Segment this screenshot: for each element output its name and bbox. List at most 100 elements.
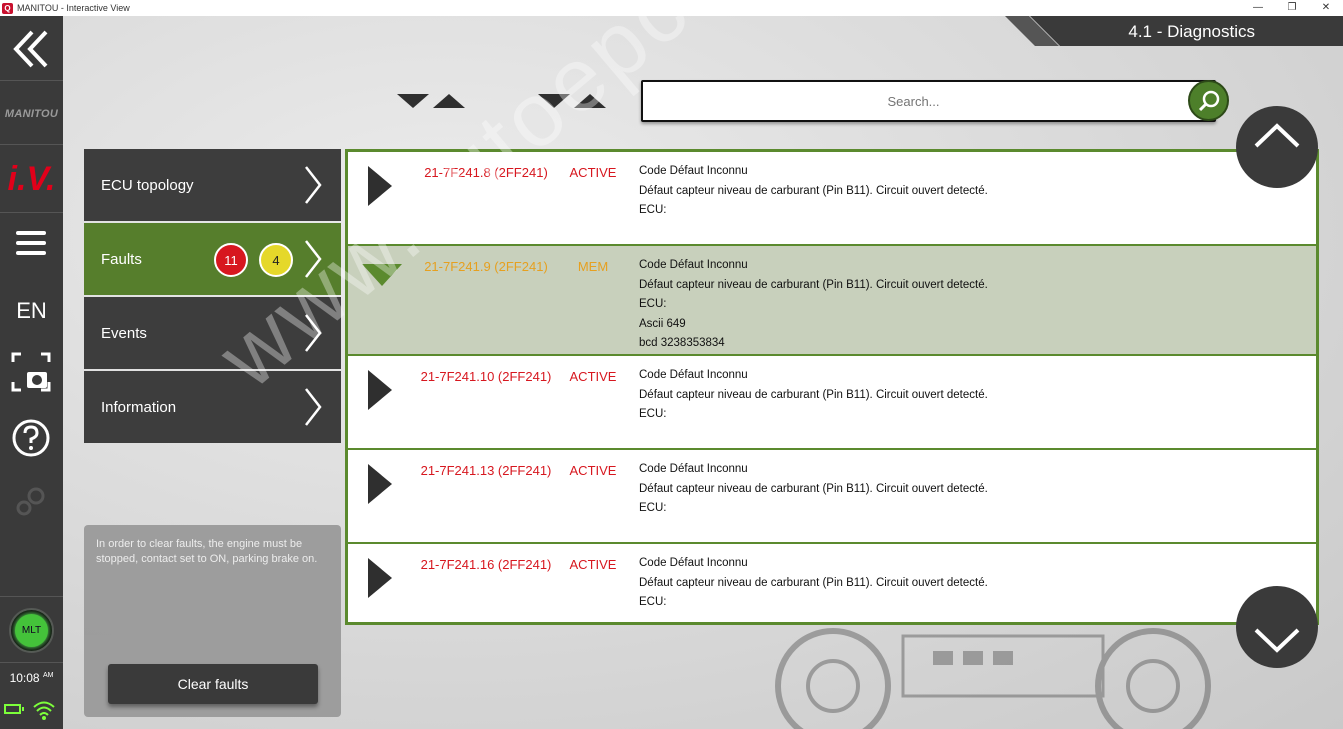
nav-label: Faults bbox=[101, 250, 142, 268]
fault-ascii: Ascii 649 bbox=[639, 317, 686, 330]
search-button[interactable] bbox=[1188, 80, 1229, 121]
fault-ecu: ECU: bbox=[639, 502, 667, 514]
fault-list: 21-7F241.8 (2FF241) ACTIVE Code Défaut I… bbox=[345, 149, 1319, 625]
info-message: In order to clear faults, the engine mus… bbox=[96, 538, 318, 565]
fault-code: 21-7F241.8 (2FF241) bbox=[424, 165, 548, 180]
fault-status: ACTIVE bbox=[569, 165, 617, 180]
fault-title: Code Défaut Inconnu bbox=[639, 557, 748, 569]
fault-title: Code Défaut Inconnu bbox=[639, 259, 748, 271]
fault-title: Code Défaut Inconnu bbox=[639, 165, 748, 177]
language-selector[interactable]: EN bbox=[0, 298, 63, 324]
fault-details: Code Défaut Inconnu Défaut capteur nivea… bbox=[639, 165, 988, 224]
chevron-right-icon bbox=[305, 388, 322, 426]
fault-description: Défaut capteur niveau de carburant (Pin … bbox=[639, 482, 988, 495]
divider bbox=[0, 144, 63, 145]
fault-code: 21-7F241.13 (2FF241) bbox=[420, 463, 552, 478]
menu-icon[interactable] bbox=[16, 228, 46, 258]
clear-faults-button[interactable]: Clear faults bbox=[108, 664, 318, 704]
active-fault-count-badge: 11 bbox=[214, 243, 248, 277]
window-controls: — ❐ ✕ bbox=[1241, 0, 1343, 16]
nav-label: Information bbox=[101, 398, 177, 416]
fault-status: ACTIVE bbox=[569, 369, 617, 384]
clock-time: 10:08 bbox=[9, 671, 40, 685]
clock: 10:08 AM bbox=[0, 671, 63, 685]
fault-ecu: ECU: bbox=[639, 204, 667, 216]
expand-icon[interactable] bbox=[368, 370, 392, 410]
sort-code-icon[interactable] bbox=[397, 92, 467, 112]
scroll-down-button[interactable] bbox=[1236, 586, 1318, 668]
fault-status: ACTIVE bbox=[569, 557, 617, 572]
fault-title: Code Défaut Inconnu bbox=[639, 463, 748, 475]
minimize-button[interactable]: — bbox=[1241, 0, 1275, 16]
restore-button[interactable]: ❐ bbox=[1275, 0, 1309, 16]
collapse-icon[interactable] bbox=[362, 264, 402, 288]
divider bbox=[0, 596, 63, 597]
fault-row[interactable]: 21-7F241.8 (2FF241) ACTIVE Code Défaut I… bbox=[348, 152, 1316, 244]
fault-description: Défaut capteur niveau de carburant (Pin … bbox=[639, 388, 988, 401]
expand-icon[interactable] bbox=[368, 166, 392, 206]
sort-status-icon[interactable] bbox=[538, 92, 608, 112]
nav-events[interactable]: Events bbox=[84, 297, 341, 369]
clock-suffix: AM bbox=[42, 672, 54, 679]
divider bbox=[0, 212, 63, 213]
nav-ecu-topology[interactable]: ECU topology bbox=[84, 149, 341, 221]
wifi-icon bbox=[33, 701, 55, 720]
expand-icon[interactable] bbox=[368, 464, 392, 504]
battery-icon bbox=[4, 704, 24, 714]
fault-details: Code Défaut Inconnu Défaut capteur nivea… bbox=[639, 259, 988, 357]
vehicle-badge: MLT bbox=[15, 614, 48, 647]
fault-description: Défaut capteur niveau de carburant (Pin … bbox=[639, 184, 988, 197]
nav-faults[interactable]: Faults 11 4 bbox=[84, 223, 341, 295]
help-icon[interactable] bbox=[11, 418, 51, 458]
fault-details: Code Défaut Inconnu Défaut capteur nivea… bbox=[639, 557, 988, 616]
expand-icon[interactable] bbox=[368, 558, 392, 598]
fault-bcd: bcd 3238353834 bbox=[639, 337, 725, 349]
fault-ecu: ECU: bbox=[639, 408, 667, 420]
chevron-up-icon bbox=[1254, 123, 1300, 148]
fault-row[interactable]: 21-7F241.10 (2FF241) ACTIVE Code Défaut … bbox=[348, 356, 1316, 448]
fault-code: 21-7F241.16 (2FF241) bbox=[420, 557, 552, 572]
fault-row[interactable]: 21-7F241.9 (2FF241) MEM Code Défaut Inco… bbox=[348, 246, 1316, 354]
fault-status: MEM bbox=[577, 259, 609, 274]
fault-ecu: ECU: bbox=[639, 596, 667, 608]
vehicle-status-indicator[interactable]: MLT bbox=[9, 608, 54, 653]
search-icon bbox=[1198, 90, 1219, 111]
fault-code: 21-7F241.10 (2FF241) bbox=[420, 369, 552, 384]
nav-information[interactable]: Information bbox=[84, 371, 341, 443]
window-title: MANITOU - Interactive View bbox=[17, 3, 130, 13]
search-input[interactable] bbox=[643, 82, 1214, 120]
fault-ecu: ECU: bbox=[639, 298, 667, 310]
fault-description: Défaut capteur niveau de carburant (Pin … bbox=[639, 576, 988, 589]
page-header: 4.1 - Diagnostics bbox=[1030, 16, 1343, 46]
left-rail: MANITOU i.V. EN MLT 10:08 AM bbox=[0, 16, 63, 729]
scroll-up-button[interactable] bbox=[1236, 106, 1318, 188]
fault-title: Code Défaut Inconnu bbox=[639, 369, 748, 381]
fault-details: Code Défaut Inconnu Défaut capteur nivea… bbox=[639, 463, 988, 522]
iv-logo: i.V. bbox=[7, 160, 56, 198]
close-button[interactable]: ✕ bbox=[1309, 0, 1343, 16]
chevron-right-icon bbox=[305, 314, 322, 352]
sidenav: ECU topology Faults 11 4 Events Informat… bbox=[84, 149, 341, 445]
chevron-right-icon bbox=[305, 240, 322, 278]
search-box bbox=[641, 80, 1216, 122]
nav-label: ECU topology bbox=[101, 176, 194, 194]
chevron-down-icon bbox=[1254, 628, 1300, 653]
gear-icon bbox=[16, 487, 45, 516]
fault-row[interactable]: 21-7F241.16 (2FF241) ACTIVE Code Défaut … bbox=[348, 544, 1316, 622]
fault-status: ACTIVE bbox=[569, 463, 617, 478]
back-chevron-icon[interactable] bbox=[8, 26, 54, 72]
window-titlebar: Q MANITOU - Interactive View — ❐ ✕ bbox=[0, 0, 1343, 16]
fault-description: Défaut capteur niveau de carburant (Pin … bbox=[639, 278, 988, 291]
fault-code: 21-7F241.9 (2FF241) bbox=[424, 259, 548, 274]
memory-fault-count-badge: 4 bbox=[259, 243, 293, 277]
divider bbox=[0, 662, 63, 663]
nav-label: Events bbox=[101, 324, 147, 342]
page-title: 4.1 - Diagnostics bbox=[1128, 22, 1255, 41]
manitou-logo: MANITOU bbox=[4, 108, 59, 120]
screenshot-icon[interactable] bbox=[11, 352, 51, 392]
chevron-right-icon bbox=[305, 166, 322, 204]
fault-row[interactable]: 21-7F241.13 (2FF241) ACTIVE Code Défaut … bbox=[348, 450, 1316, 542]
divider bbox=[0, 80, 63, 81]
fault-details: Code Défaut Inconnu Défaut capteur nivea… bbox=[639, 369, 988, 428]
app-icon: Q bbox=[2, 2, 13, 14]
